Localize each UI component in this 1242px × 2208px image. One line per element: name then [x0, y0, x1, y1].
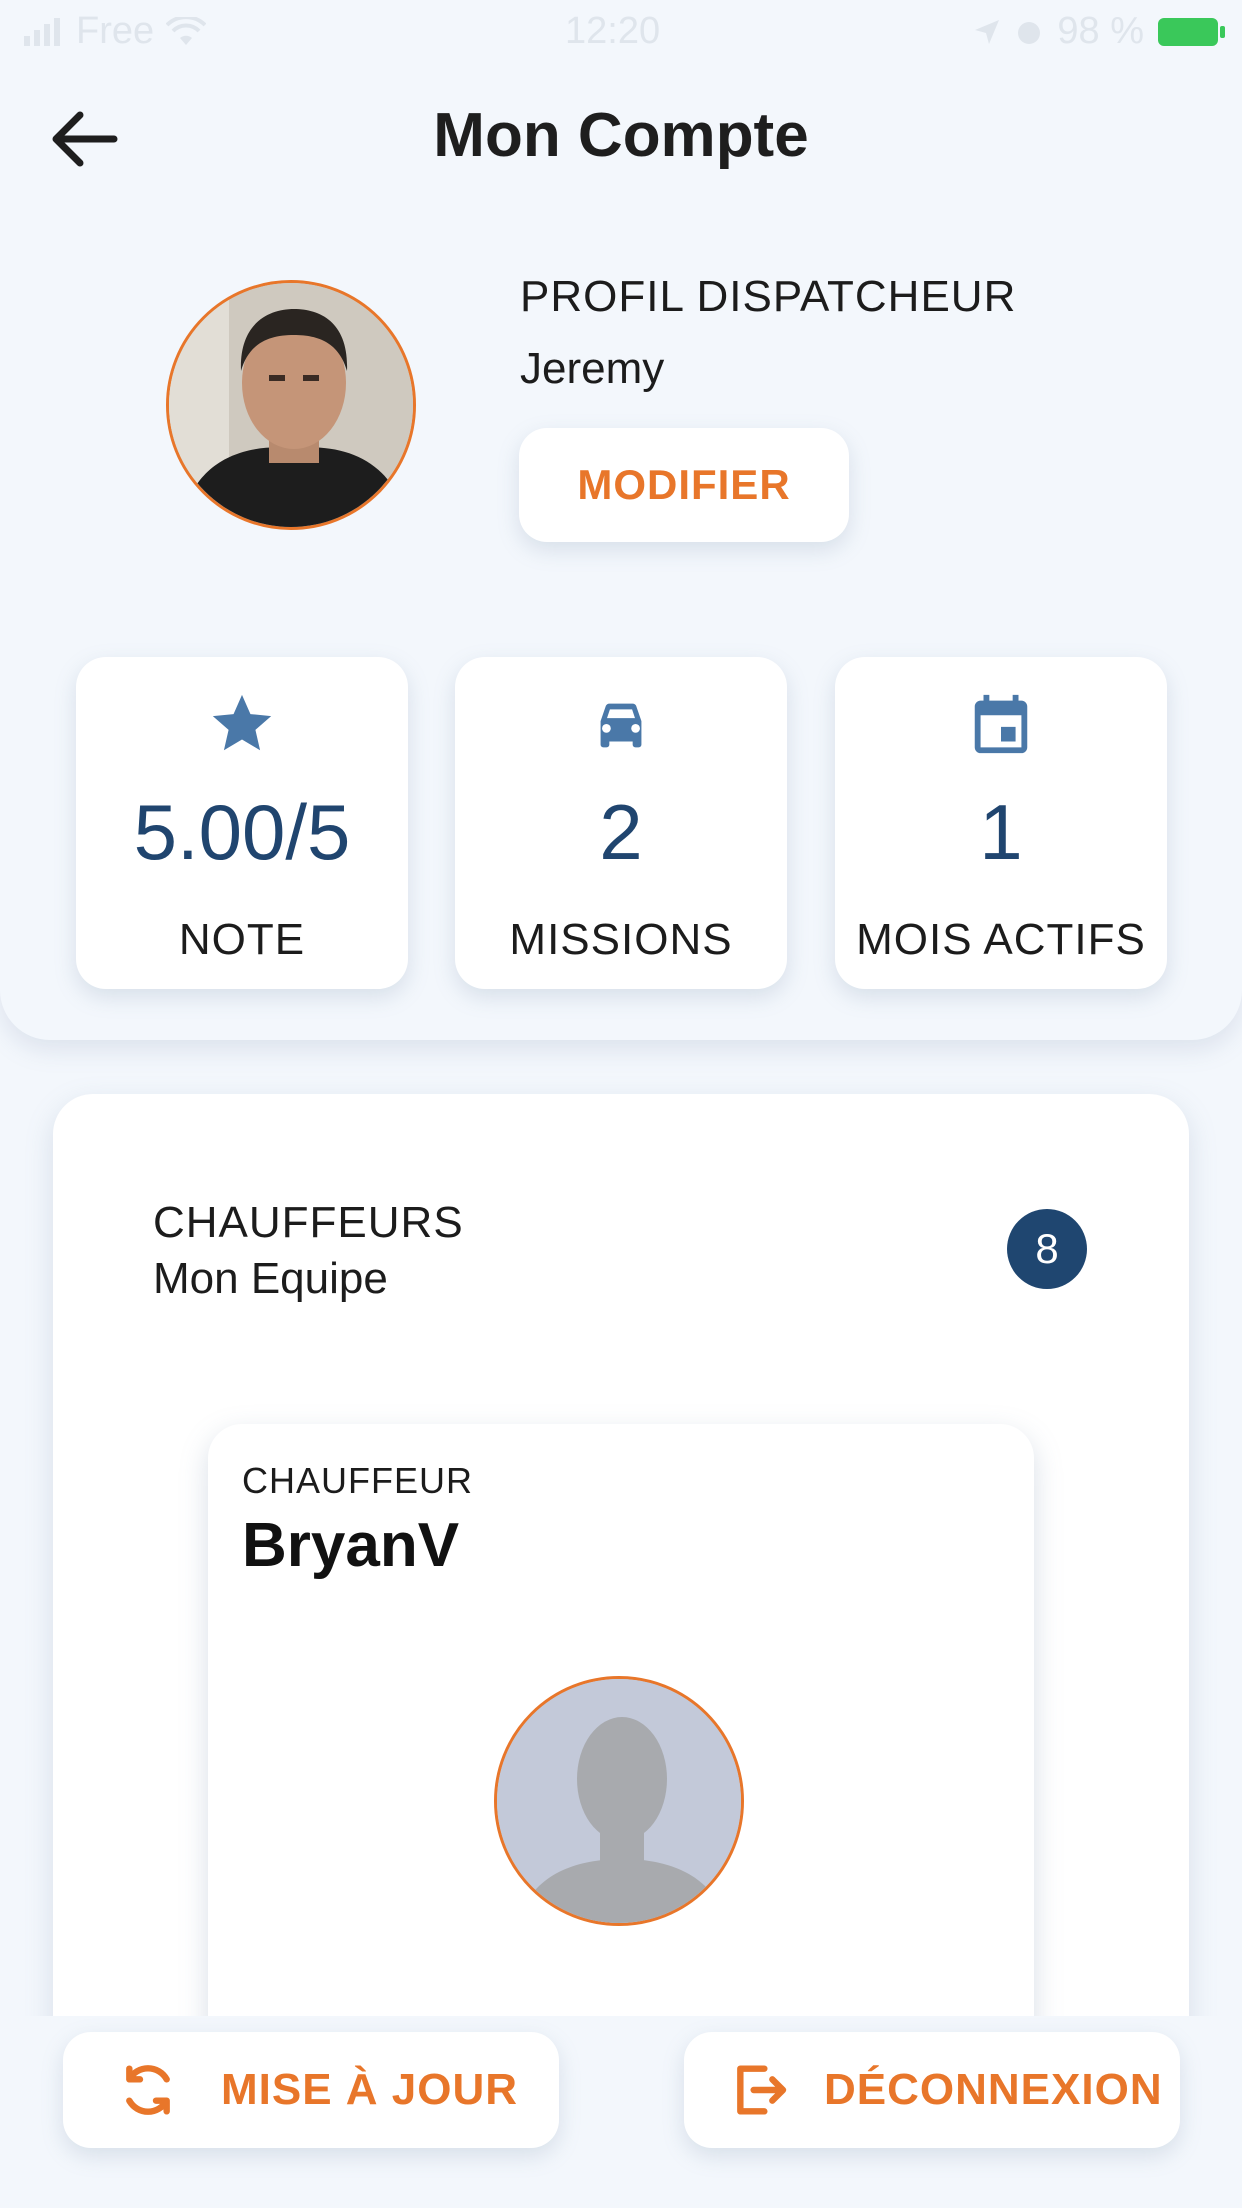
battery-level: 98 % [1057, 10, 1144, 52]
carrier-name: Free [76, 10, 155, 52]
wifi-icon [166, 16, 207, 45]
car-icon [455, 679, 787, 769]
stat-card-missions: 2 MISSIONS [455, 657, 787, 989]
stat-value: 1 [979, 788, 1023, 876]
logout-button[interactable]: DÉCONNEXION [684, 2032, 1180, 2148]
location-icon [975, 19, 1000, 44]
status-bar: Free 12:20 98 % [0, 0, 1242, 62]
signal-icon [24, 17, 60, 46]
team-panel: CHAUFFEURS Mon Equipe 8 CHAUFFEUR BryanV [53, 1094, 1189, 2094]
stat-label: MOIS ACTIFS [856, 915, 1146, 964]
status-time: 12:20 [565, 10, 661, 52]
calendar-icon [835, 679, 1167, 769]
star-icon [76, 679, 408, 769]
stat-card-note: 5.00/5 NOTE [76, 657, 408, 989]
page-title: Mon Compte [433, 101, 809, 170]
profile-avatar [166, 280, 416, 530]
driver-role: CHAUFFEUR [242, 1460, 473, 1501]
driver-avatar [494, 1676, 744, 1926]
stat-card-months-active: 1 MOIS ACTIFS [835, 657, 1167, 989]
alarm-icon [1018, 21, 1041, 44]
logout-icon [724, 2055, 794, 2125]
logout-label: DÉCONNEXION [824, 2065, 1163, 2114]
team-subtitle: Mon Equipe [153, 1254, 388, 1303]
update-button[interactable]: MISE À JOUR [63, 2032, 559, 2148]
modify-button[interactable]: MODIFIER [519, 428, 849, 542]
stat-value: 2 [599, 788, 643, 876]
carrier-info: Free [24, 10, 207, 53]
status-right: 98 % [973, 10, 1225, 53]
stat-value: 5.00/5 [133, 788, 351, 876]
profile-photo [169, 283, 413, 527]
battery-icon [1158, 17, 1225, 46]
profile-name: Jeremy [520, 344, 665, 393]
stat-label: NOTE [178, 915, 306, 964]
driver-name: BryanV [242, 1511, 460, 1580]
update-label: MISE À JOUR [221, 2065, 519, 2114]
refresh-icon [113, 2055, 183, 2125]
stat-label: MISSIONS [509, 915, 733, 964]
profile-role: PROFIL DISPATCHEUR [520, 272, 1017, 321]
team-title: CHAUFFEURS [153, 1198, 464, 1247]
team-count-badge: 8 [1007, 1209, 1087, 1289]
person-placeholder-icon [497, 1679, 741, 1923]
driver-card[interactable]: CHAUFFEUR BryanV [208, 1424, 1034, 2094]
